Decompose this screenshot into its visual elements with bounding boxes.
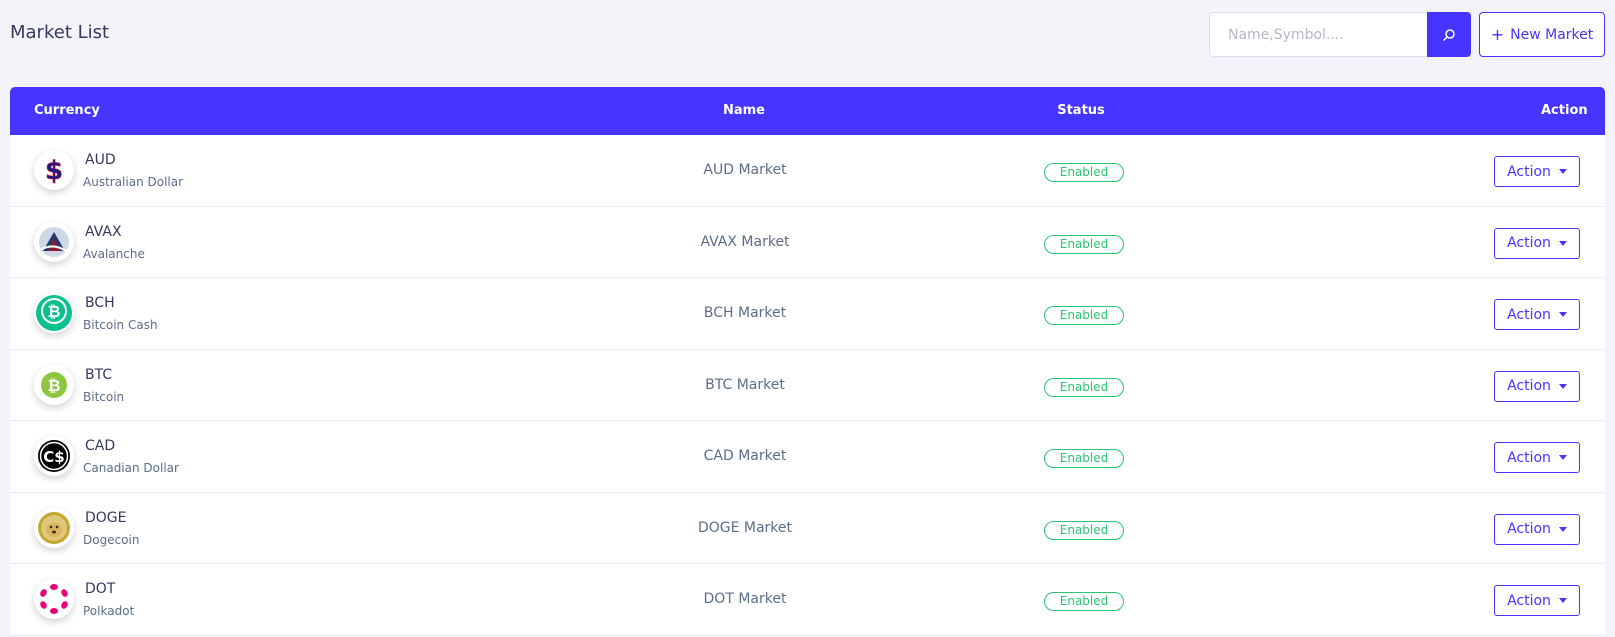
caret-down-icon [1558, 455, 1567, 460]
market-name: BCH Market [703, 305, 787, 321]
status-badge: Enabled [1044, 592, 1124, 611]
table-row: ₿ BTC Bitcoin BTC Market Enabled Action [10, 350, 1605, 421]
currency-name: Dogecoin [83, 532, 140, 547]
bitcoin-cash-icon: ₿ [34, 293, 74, 333]
bitcoin-icon: ₿ [34, 364, 74, 405]
svg-text:₿: ₿ [47, 376, 60, 395]
market-name: AUD Market [703, 162, 787, 178]
table-row: C$ CAD Canadian Dollar CAD Market Enable… [10, 421, 1605, 493]
table-row: AVAX Avalanche AVAX Market Enabled Actio… [10, 207, 1605, 278]
column-header-status: Status [1057, 103, 1105, 118]
avalanche-icon [34, 221, 74, 262]
svg-text:C$: C$ [43, 448, 64, 466]
dogecoin-icon [34, 507, 74, 548]
action-label: Action [1507, 235, 1551, 251]
action-dropdown-button[interactable]: Action [1494, 299, 1580, 330]
search-button[interactable] [1427, 12, 1471, 57]
market-name: DOT Market [703, 591, 787, 607]
currency-name: Canadian Dollar [83, 461, 179, 475]
caret-down-icon [1558, 240, 1567, 246]
table-row: $ AUD Australian Dollar AUD Market Enabl… [10, 135, 1605, 207]
search-bar [1209, 12, 1471, 57]
action-dropdown-button[interactable]: Action [1494, 370, 1580, 402]
page-title: Market List [10, 22, 110, 43]
status-badge: Enabled [1044, 306, 1124, 325]
status-badge: Enabled [1044, 377, 1124, 397]
search-input[interactable] [1209, 12, 1427, 57]
market-name: CAD Market [703, 448, 787, 464]
action-dropdown-button[interactable]: Action [1494, 227, 1580, 259]
caret-down-icon [1558, 526, 1567, 532]
currency-symbol: AVAX [85, 223, 122, 240]
column-header-action: Action [1541, 103, 1588, 118]
table-row: DOT Polkadot DOT Market Enabled Action [10, 564, 1605, 636]
caret-down-icon [1558, 312, 1567, 317]
column-header-currency: Currency [34, 103, 100, 118]
currency-symbol: DOT [85, 581, 116, 597]
action-dropdown-button[interactable]: Action [1494, 156, 1580, 187]
action-label: Action [1507, 306, 1551, 323]
new-market-label: New Market [1510, 26, 1594, 43]
status-badge: Enabled [1044, 234, 1124, 254]
column-header-name: Name [722, 103, 765, 118]
action-dropdown-button[interactable]: Action [1494, 513, 1580, 545]
status-badge: Enabled [1044, 163, 1124, 182]
search-icon [1443, 28, 1455, 41]
table-row: ₿ BCH Bitcoin Cash BCH Market Enabled Ac… [10, 278, 1605, 350]
currency-name: Polkadot [83, 604, 135, 618]
currency-symbol: DOGE [85, 509, 127, 526]
market-name: DOGE Market [697, 519, 793, 536]
action-dropdown-button[interactable]: Action [1494, 442, 1580, 473]
caret-down-icon [1558, 383, 1567, 389]
action-label: Action [1507, 378, 1551, 394]
status-badge: Enabled [1044, 449, 1124, 468]
caret-down-icon [1558, 598, 1567, 603]
new-market-button[interactable]: + New Market [1479, 12, 1605, 57]
market-table: Currency Name Status Action $ AUD Austra… [10, 87, 1605, 636]
currency-name: Avalanche [83, 246, 145, 261]
svg-text:$: $ [45, 156, 63, 185]
plus-icon: + [1490, 25, 1505, 44]
action-label: Action [1507, 449, 1551, 466]
currency-symbol: CAD [85, 438, 116, 454]
action-dropdown-button[interactable]: Action [1494, 585, 1580, 616]
action-label: Action [1507, 521, 1551, 537]
status-badge: Enabled [1044, 520, 1124, 540]
currency-symbol: BTC [85, 366, 113, 383]
action-label: Action [1507, 592, 1551, 609]
polkadot-icon [34, 579, 74, 619]
dollar-sign-icon: $ [34, 150, 74, 190]
table-row: DOGE Dogecoin DOGE Market Enabled Action [10, 493, 1605, 564]
svg-text:₿: ₿ [47, 302, 60, 321]
table-header: Currency Name Status Action [10, 87, 1605, 135]
currency-name: Australian Dollar [83, 175, 184, 189]
canadian-dollar-icon: C$ [34, 436, 74, 476]
market-name: AVAX Market [700, 233, 790, 250]
market-name: BTC Market [705, 376, 785, 393]
currency-symbol: BCH [85, 295, 115, 311]
currency-name: Bitcoin Cash [83, 318, 158, 332]
caret-down-icon [1558, 169, 1567, 174]
currency-symbol: AUD [85, 152, 116, 168]
action-label: Action [1507, 163, 1551, 180]
currency-name: Bitcoin [83, 389, 125, 404]
